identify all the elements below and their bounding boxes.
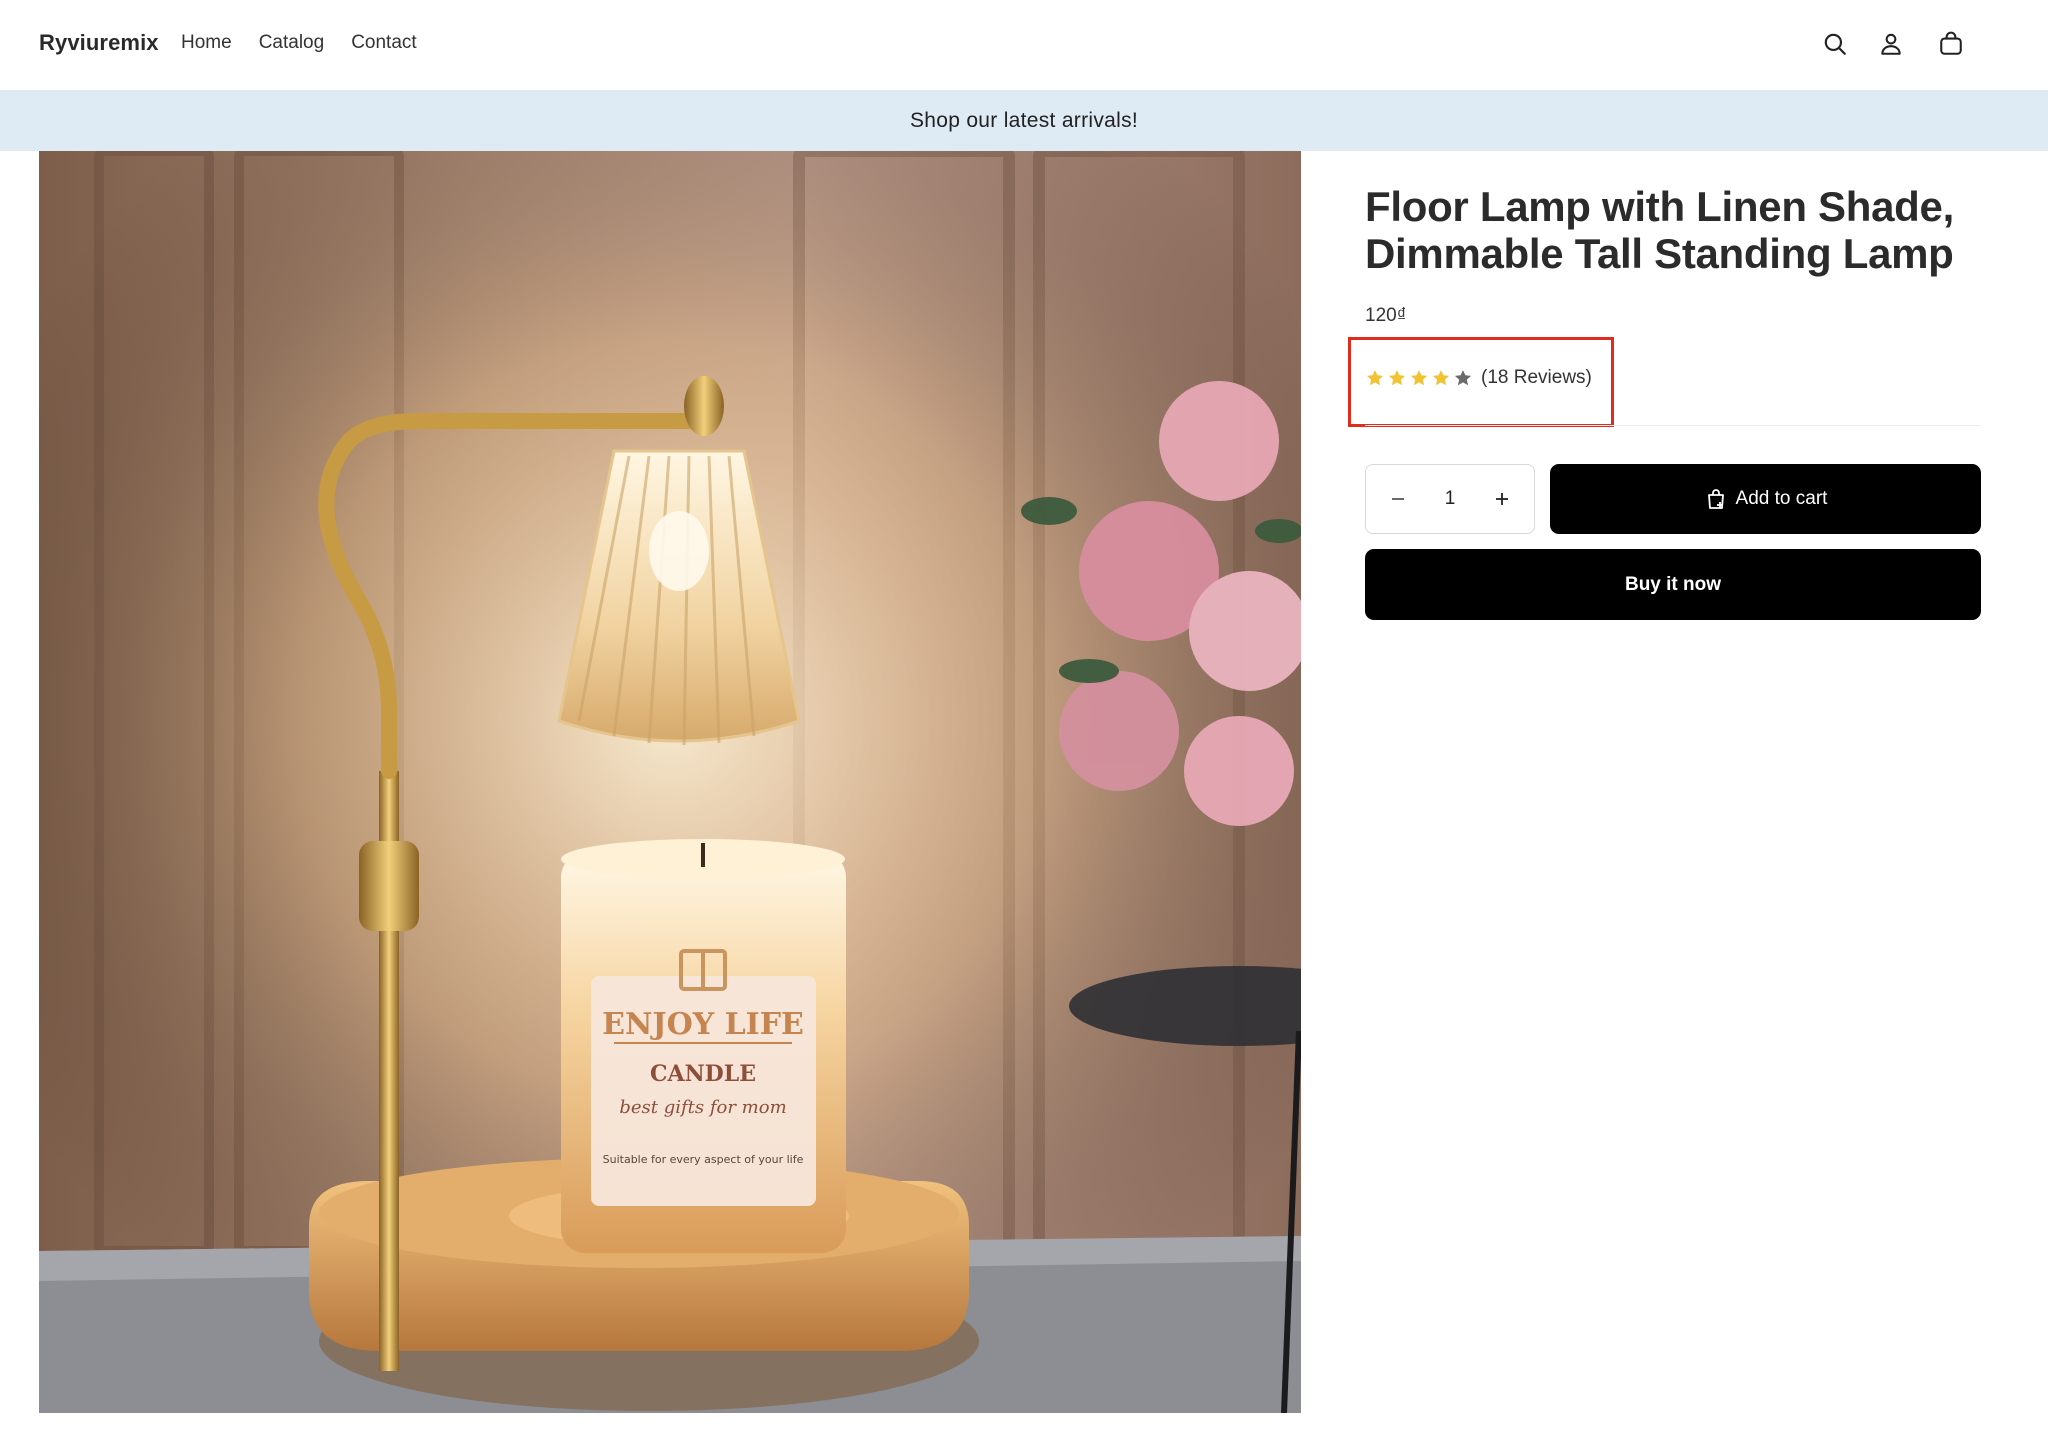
candle-label: ENJOY LIFE bbox=[602, 1007, 804, 1042]
product-image[interactable]: ENJOY LIFE CANDLE best gifts for mom Sui… bbox=[39, 151, 1301, 1413]
brand-logo[interactable]: Ryviuremix bbox=[39, 30, 159, 56]
quantity-decrease-button[interactable] bbox=[1382, 483, 1414, 515]
product-price: 120₫ bbox=[1365, 305, 1407, 326]
product-rating[interactable]: (18 Reviews) bbox=[1365, 367, 1592, 389]
cart-icon[interactable] bbox=[1935, 28, 1967, 60]
candle-script: best gifts for mom bbox=[619, 1097, 786, 1118]
minus-icon bbox=[1392, 498, 1404, 500]
add-to-cart-button[interactable]: Add to cart bbox=[1550, 464, 1981, 534]
star-icon bbox=[1366, 370, 1384, 386]
nav-home[interactable]: Home bbox=[181, 32, 232, 54]
nav-contact[interactable]: Contact bbox=[351, 32, 416, 54]
plus-icon bbox=[1495, 493, 1508, 505]
star-icon bbox=[1454, 370, 1472, 386]
quantity-increase-button[interactable] bbox=[1486, 483, 1518, 515]
star-icon bbox=[1432, 370, 1450, 386]
cart-add-icon bbox=[1707, 489, 1724, 509]
star-icon bbox=[1388, 370, 1406, 386]
star-icon bbox=[1410, 370, 1428, 386]
rating-stars bbox=[1365, 368, 1473, 388]
add-to-cart-label: Add to cart bbox=[1735, 488, 1828, 509]
announcement-bar: Shop our latest arrivals! bbox=[0, 90, 2048, 151]
candle-small-text: Suitable for every aspect of your life bbox=[603, 1153, 804, 1166]
product-title: Floor Lamp with Linen Shade, Dimmable Ta… bbox=[1365, 183, 1954, 277]
search-icon[interactable] bbox=[1819, 28, 1851, 60]
quantity-input[interactable]: 1 bbox=[1445, 488, 1456, 510]
buy-now-button[interactable]: Buy it now bbox=[1365, 549, 1981, 620]
reviews-count[interactable]: (18 Reviews) bbox=[1481, 367, 1592, 389]
divider bbox=[1365, 425, 1981, 426]
site-header: Ryviuremix Home Catalog Contact bbox=[0, 0, 2048, 90]
main-nav: Home Catalog Contact bbox=[181, 32, 417, 54]
candle-sub: CANDLE bbox=[650, 1061, 756, 1087]
account-icon[interactable] bbox=[1875, 28, 1907, 60]
nav-catalog[interactable]: Catalog bbox=[259, 32, 325, 54]
quantity-stepper: 1 bbox=[1365, 464, 1535, 534]
